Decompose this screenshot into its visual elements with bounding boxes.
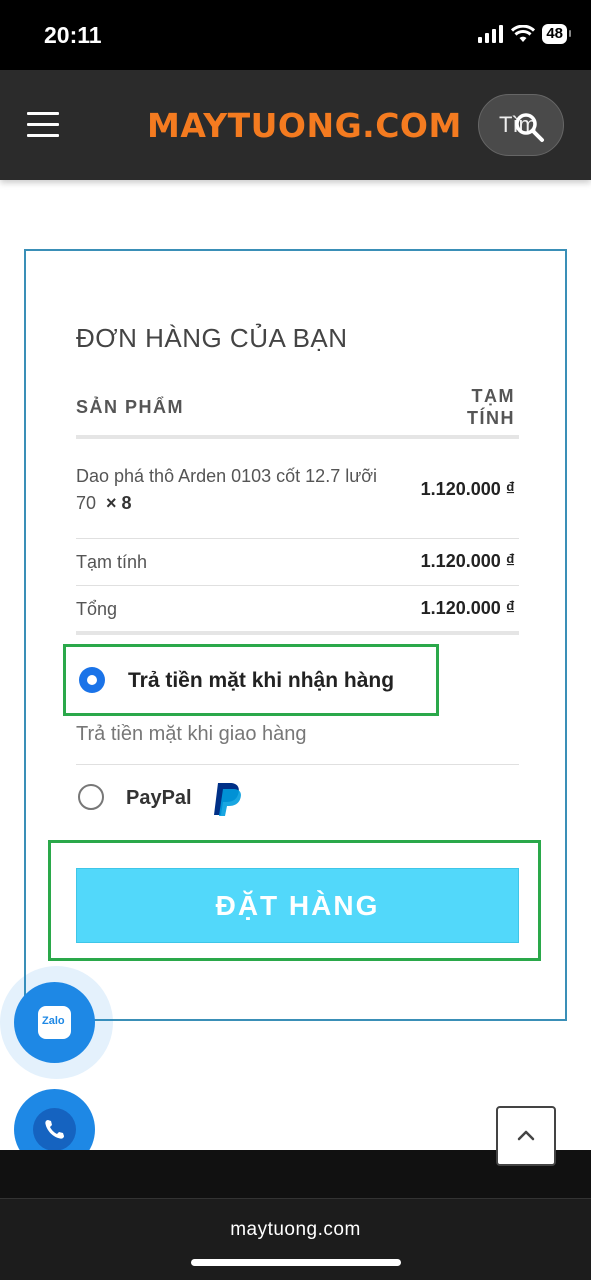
total-label: Tổng xyxy=(76,599,118,619)
divider xyxy=(76,538,519,539)
product-amount: 1.120.000 ₫ xyxy=(420,479,515,499)
search-button[interactable]: Tìm xyxy=(478,94,564,156)
battery-indicator: 48 xyxy=(542,24,571,44)
home-indicator[interactable] xyxy=(191,1259,401,1266)
status-time: 20:11 xyxy=(44,22,102,48)
column-subtotal-line1: TẠM xyxy=(471,386,515,406)
divider xyxy=(76,764,519,765)
status-bar: 20:11 48 xyxy=(0,0,591,70)
phone-icon xyxy=(33,1108,76,1151)
paypal-radio[interactable] xyxy=(78,784,104,810)
divider xyxy=(76,435,519,439)
menu-icon[interactable] xyxy=(27,112,59,138)
subtotal-label: Tạm tính xyxy=(76,552,148,572)
order-review: ĐƠN HÀNG CỦA BẠN SẢN PHẨM TẠM TÍNH Dao p… xyxy=(24,249,567,1021)
divider xyxy=(76,631,519,635)
wifi-icon xyxy=(511,25,536,42)
paypal-label[interactable]: PayPal xyxy=(126,787,192,810)
zalo-icon: Zalo xyxy=(38,1006,71,1039)
column-product: SẢN PHẨM xyxy=(76,397,185,417)
payment-option-cod[interactable]: Trả tiền mặt khi nhận hàng xyxy=(63,644,439,716)
zalo-icon-label: Zalo xyxy=(42,1015,65,1027)
paypal-icon xyxy=(214,783,241,816)
product-quantity: × 8 xyxy=(106,493,132,513)
status-icons: 48 xyxy=(478,24,571,44)
product-row: Dao phá thô Arden 0103 cốt 12.7 lưỡi 70 … xyxy=(76,463,396,517)
subtotal-amount: 1.120.000 ₫ xyxy=(420,551,515,571)
cod-radio[interactable] xyxy=(79,667,105,693)
search-icon xyxy=(515,113,544,142)
place-order-button[interactable]: ĐẶT HÀNG xyxy=(76,868,519,943)
column-subtotal-line2: TÍNH xyxy=(467,408,515,428)
back-to-top-button[interactable] xyxy=(496,1106,556,1166)
zalo-button[interactable]: Zalo xyxy=(14,982,95,1063)
column-subtotal: TẠM TÍNH xyxy=(467,385,515,429)
divider xyxy=(76,585,519,586)
total-amount: 1.120.000 ₫ xyxy=(420,598,515,618)
cod-description: Trả tiền mặt khi giao hàng xyxy=(76,723,307,745)
site-logo[interactable]: MAYTUONG.COM xyxy=(147,106,462,145)
signal-icon xyxy=(478,25,504,43)
cod-label[interactable]: Trả tiền mặt khi nhận hàng xyxy=(128,669,394,693)
order-title: ĐƠN HÀNG CỦA BẠN xyxy=(76,323,348,353)
browser-url-bar[interactable]: maytuong.com xyxy=(0,1198,591,1280)
site-header: MAYTUONG.COM Tìm xyxy=(0,70,591,180)
place-order-highlight: ĐẶT HÀNG xyxy=(48,840,541,961)
browser-url[interactable]: maytuong.com xyxy=(0,1219,591,1241)
chevron-up-icon xyxy=(517,1130,535,1141)
